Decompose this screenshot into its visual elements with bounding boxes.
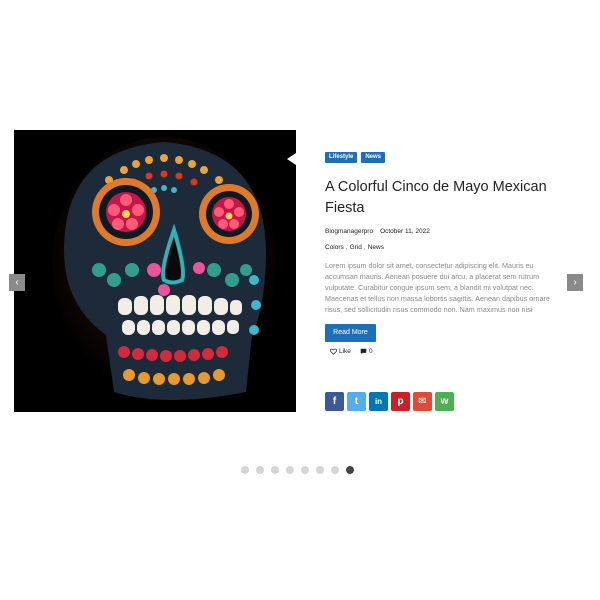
twitter-share-button[interactable]: t bbox=[347, 392, 366, 411]
tag-list: Colors , Grid , News bbox=[325, 244, 570, 251]
pagination-dot[interactable] bbox=[331, 466, 339, 474]
linkedin-icon: in bbox=[374, 397, 383, 406]
pagination-dot[interactable] bbox=[256, 466, 264, 474]
facebook-icon: f bbox=[332, 396, 337, 407]
pagination-dot[interactable] bbox=[271, 466, 279, 474]
tag-link[interactable]: Colors bbox=[325, 244, 344, 251]
post-title[interactable]: A Colorful Cinco de Mayo Mexican Fiesta bbox=[325, 177, 570, 219]
post-content: Lifestyle News A Colorful Cinco de Mayo … bbox=[325, 152, 570, 355]
email-icon: ✉ bbox=[418, 396, 427, 407]
post-excerpt: Lorem ipsum dolor sit amet, consectetur … bbox=[325, 261, 550, 315]
pagination-dot[interactable] bbox=[316, 466, 324, 474]
post-reactions: Like 0 bbox=[325, 348, 570, 355]
tag-separator: , bbox=[363, 244, 366, 251]
pagination-dot[interactable] bbox=[241, 466, 249, 474]
post-image[interactable] bbox=[14, 130, 296, 412]
share-buttons: f t in p ✉ w bbox=[325, 392, 454, 411]
post-date[interactable]: October 11, 2022 bbox=[380, 228, 430, 235]
read-more-button[interactable]: Read More bbox=[325, 324, 376, 343]
pinterest-icon: p bbox=[397, 396, 404, 407]
like-label: Like bbox=[339, 348, 351, 356]
tag-separator: , bbox=[345, 244, 348, 251]
post-slider: ‹ › Lifestyle News A Colorful Cinco de M… bbox=[0, 0, 600, 600]
prev-slide-button[interactable]: ‹ bbox=[9, 274, 25, 291]
category-list: Lifestyle News bbox=[325, 152, 570, 163]
chevron-right-icon: › bbox=[573, 277, 577, 288]
twitter-icon: t bbox=[354, 396, 359, 407]
chevron-left-icon: ‹ bbox=[15, 277, 19, 288]
pagination-dot-active[interactable] bbox=[346, 466, 354, 474]
post-author[interactable]: Blogmanagerpro bbox=[325, 228, 373, 235]
category-badge-lifestyle[interactable]: Lifestyle bbox=[325, 152, 358, 163]
slider-pagination bbox=[241, 466, 354, 474]
linkedin-share-button[interactable]: in bbox=[369, 392, 388, 411]
image-pointer-notch bbox=[287, 153, 296, 165]
pagination-dot[interactable] bbox=[286, 466, 294, 474]
comment-count: 0 bbox=[368, 348, 373, 356]
category-badge-news[interactable]: News bbox=[361, 152, 386, 163]
whatsapp-share-button[interactable]: w bbox=[435, 392, 454, 411]
heart-icon bbox=[330, 349, 337, 356]
post-meta: Blogmanagerpro October 11, 2022 bbox=[325, 228, 570, 235]
tag-link[interactable]: News bbox=[368, 244, 384, 251]
like-button[interactable]: Like bbox=[330, 348, 351, 355]
pinterest-share-button[interactable]: p bbox=[391, 392, 410, 411]
sugar-skull-image bbox=[14, 130, 296, 412]
tag-link[interactable]: Grid bbox=[350, 244, 362, 251]
facebook-share-button[interactable]: f bbox=[325, 392, 344, 411]
comments-link[interactable]: 0 bbox=[360, 348, 373, 355]
whatsapp-icon: w bbox=[440, 396, 449, 407]
comment-icon bbox=[360, 349, 367, 355]
email-share-button[interactable]: ✉ bbox=[413, 392, 432, 411]
pagination-dot[interactable] bbox=[301, 466, 309, 474]
